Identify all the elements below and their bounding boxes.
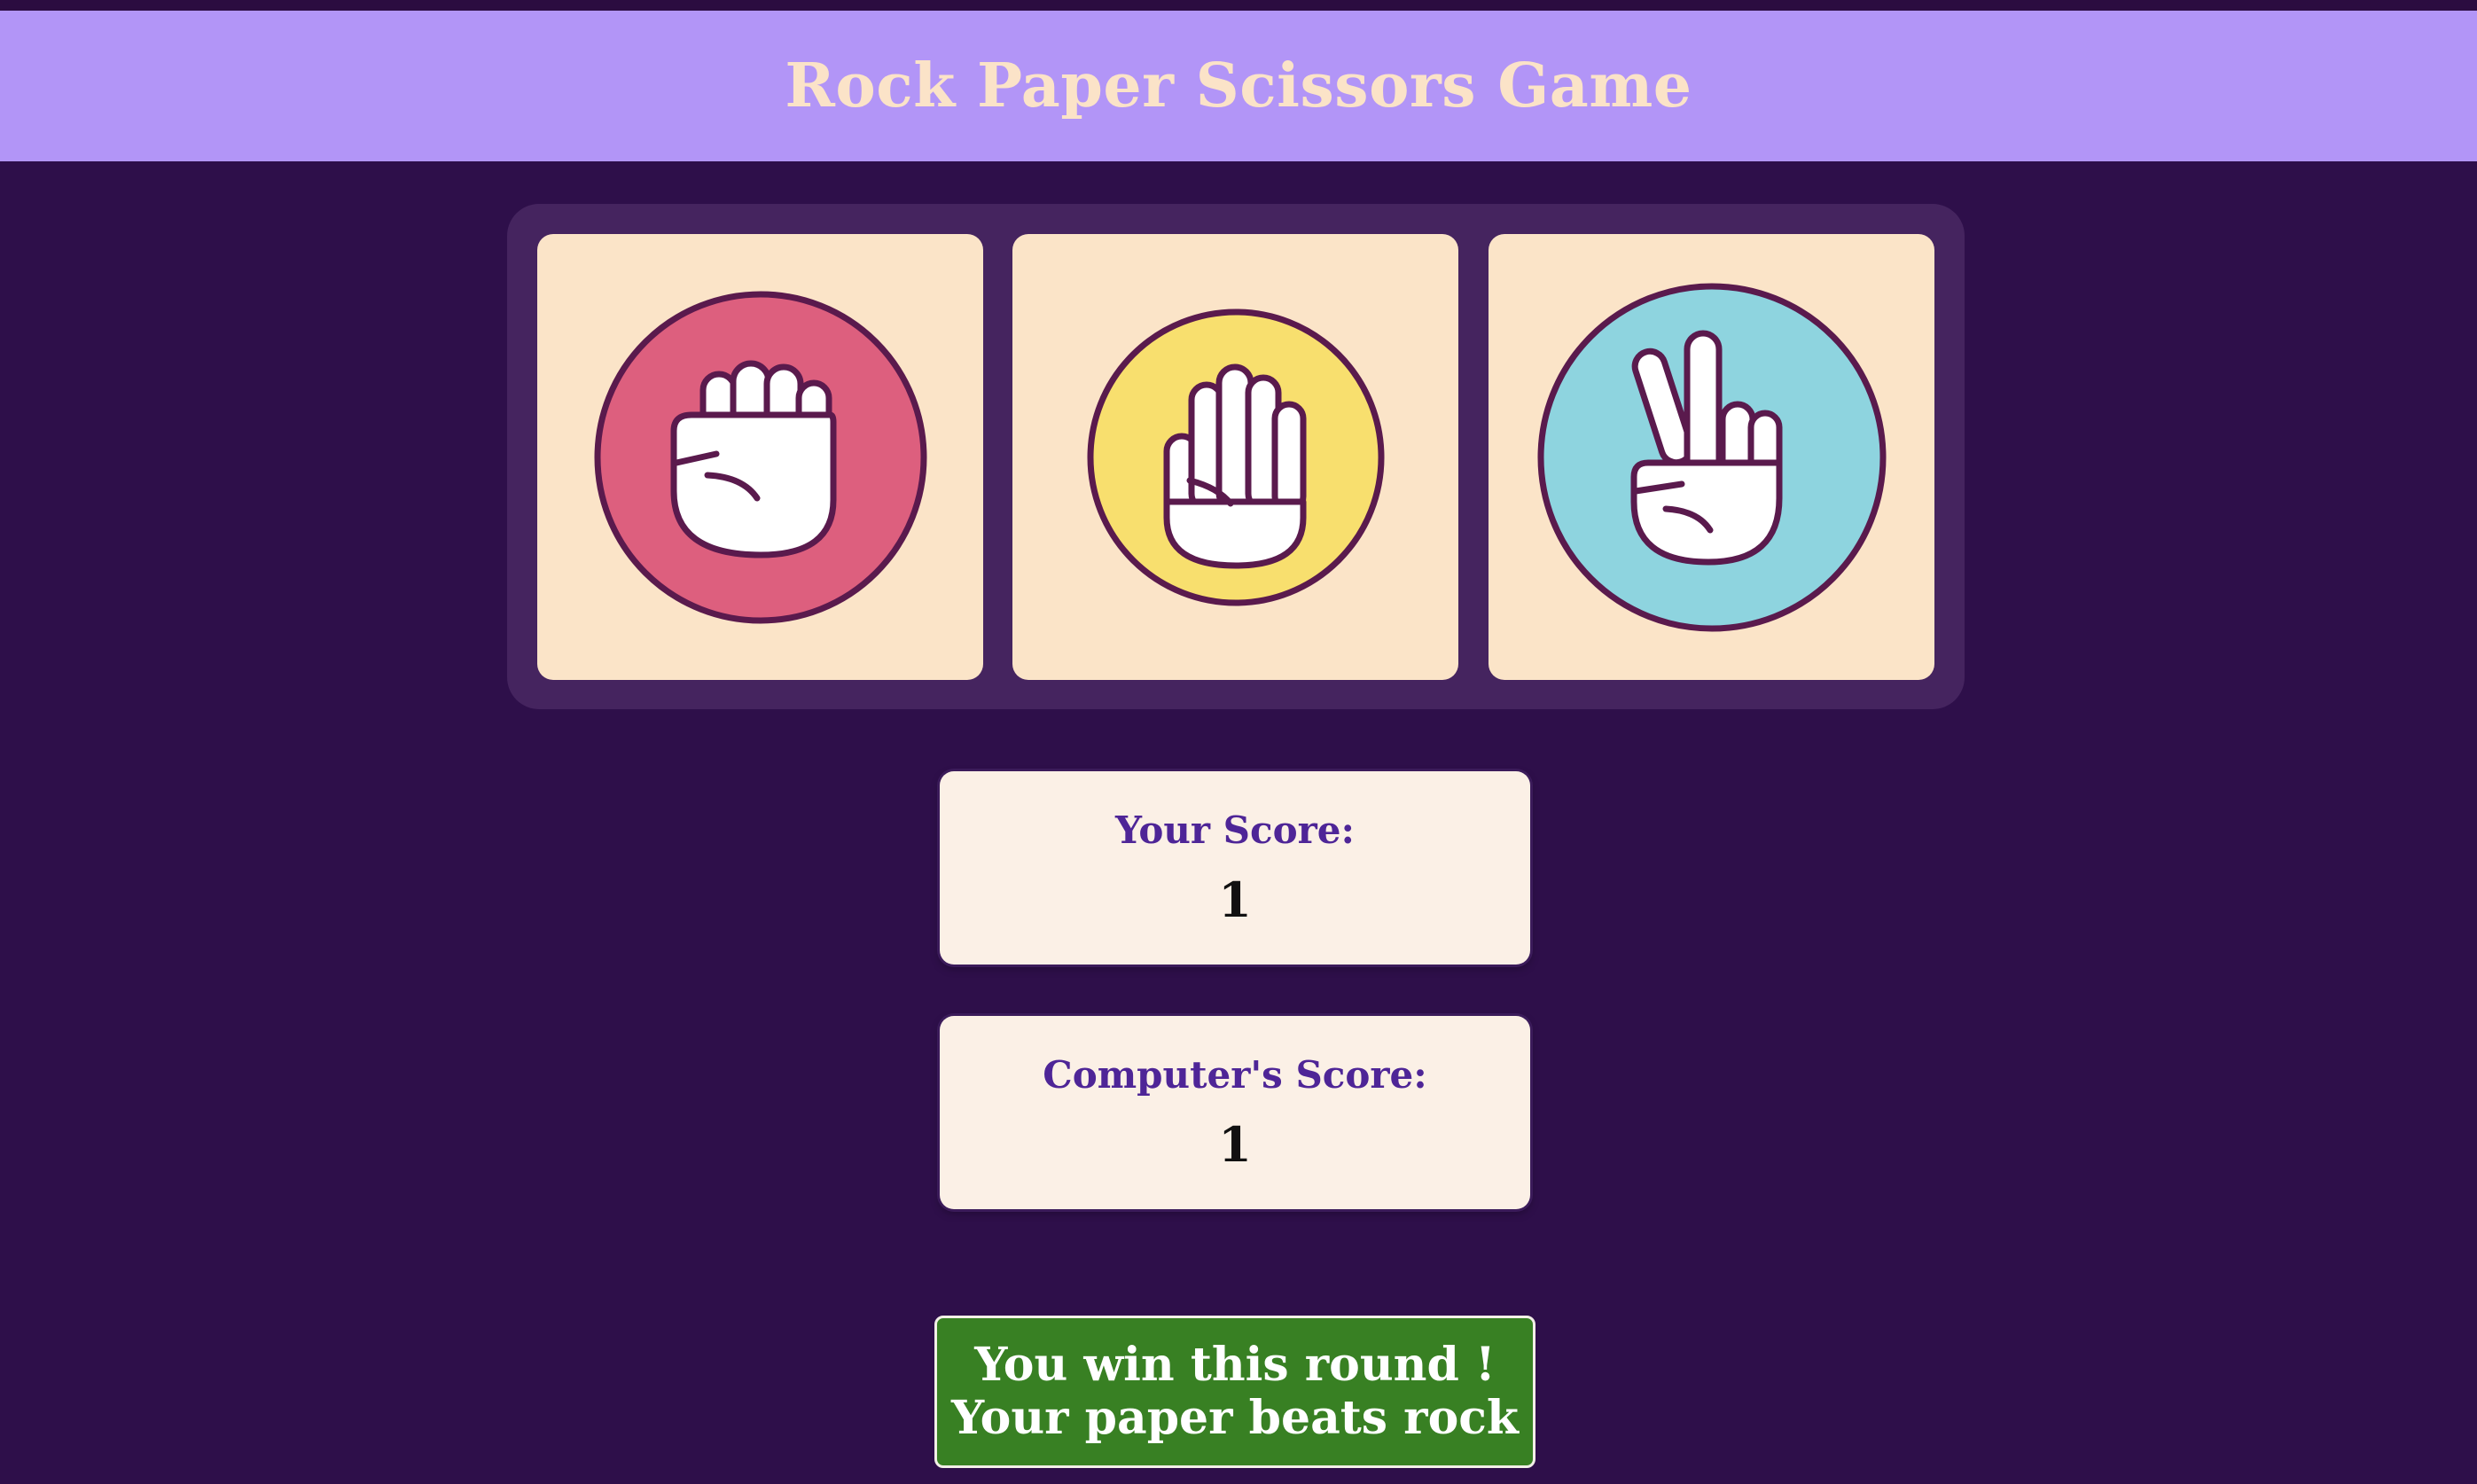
page-header: Rock Paper Scissors Game	[0, 11, 2477, 161]
player-score-card: Your Score: 1	[940, 771, 1530, 965]
rock-choice-button[interactable]	[537, 234, 983, 680]
choices-panel	[507, 204, 1965, 709]
top-strip	[0, 0, 2477, 11]
round-result-banner: You win this round ! Your paper beats ro…	[934, 1316, 1535, 1468]
computer-score-value: 1	[1218, 1115, 1252, 1173]
open-hand-icon	[1087, 309, 1384, 605]
result-message: You win this round !	[974, 1338, 1496, 1392]
paper-choice-button[interactable]	[1012, 234, 1458, 680]
computer-score-card: Computer's Score: 1	[940, 1016, 1530, 1209]
fist-icon	[594, 291, 926, 623]
computer-score-label: Computer's Score:	[1043, 1052, 1427, 1097]
peace-sign-icon	[1537, 283, 1886, 631]
page-title: Rock Paper Scissors Game	[785, 51, 1692, 121]
player-score-value: 1	[1218, 871, 1252, 928]
result-detail: Your paper beats rock	[951, 1391, 1519, 1445]
player-score-label: Your Score:	[1115, 808, 1355, 852]
scissors-choice-button[interactable]	[1489, 234, 1934, 680]
